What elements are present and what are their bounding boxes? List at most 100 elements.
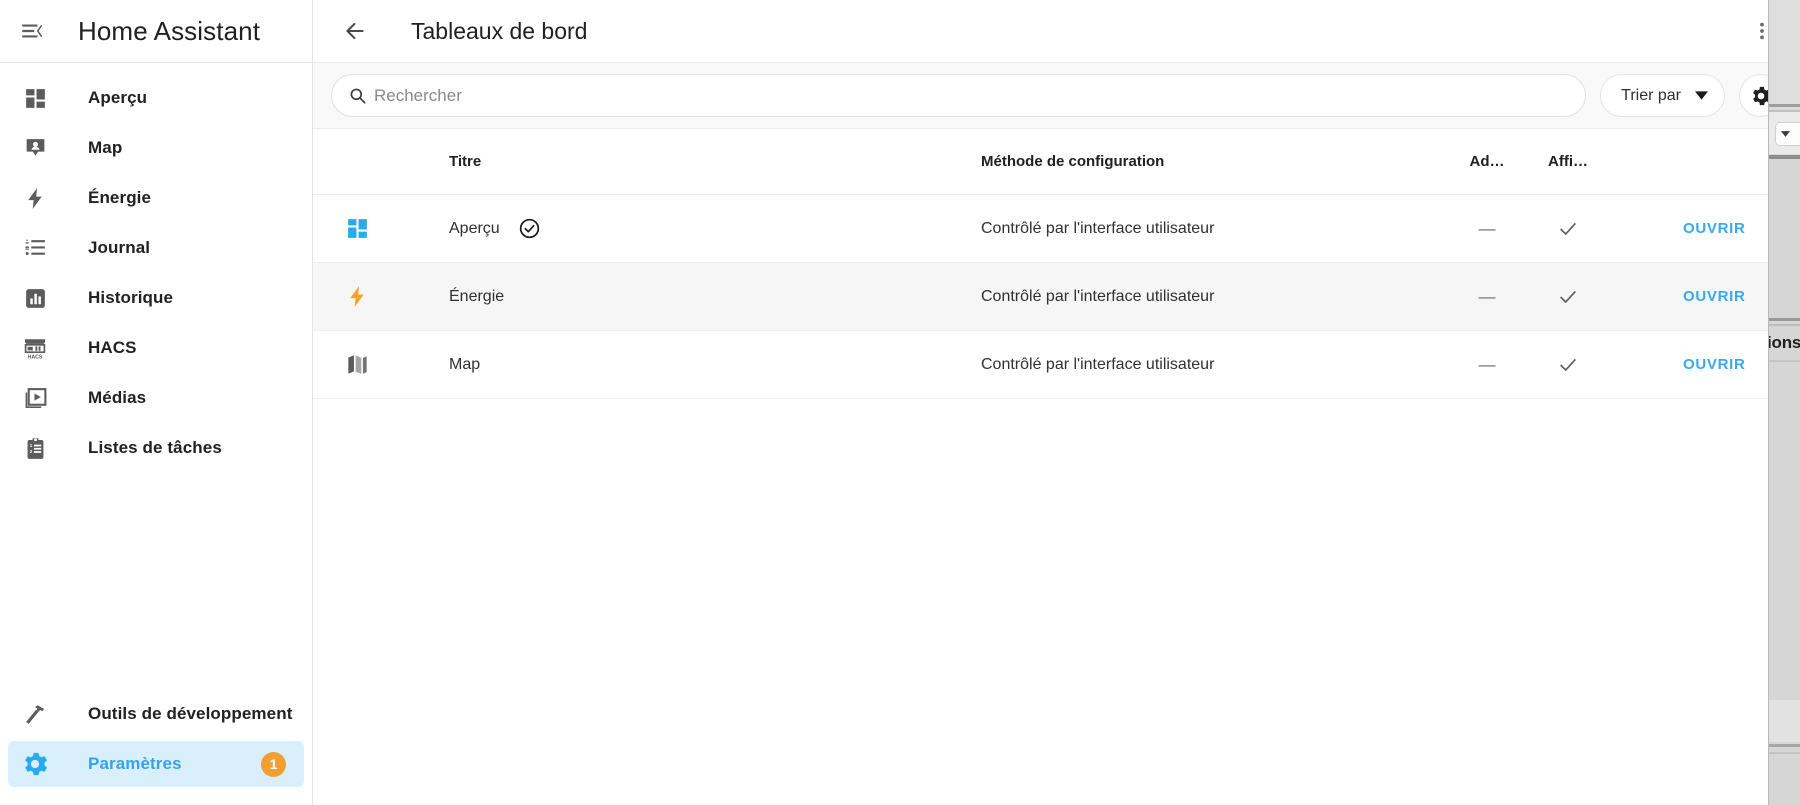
search-input[interactable] <box>374 85 1570 106</box>
open-button[interactable]: OUVRIR <box>1683 220 1746 237</box>
map-outline-icon <box>345 352 370 377</box>
sidebar-item-label: Médias <box>88 388 147 407</box>
row-title-cell: Énergie <box>401 288 981 306</box>
check-circle-outline-icon <box>518 217 541 240</box>
sidebar-item-label: Map <box>88 138 123 157</box>
sidebar-item-label: Listes de tâches <box>88 438 222 457</box>
column-header-show[interactable]: Affi… <box>1523 153 1613 170</box>
dashboards-table: Titre Méthode de configuration Ad… Affi…… <box>313 129 1800 805</box>
sidebar-item-parametres[interactable]: Paramètres 1 <box>8 741 304 787</box>
column-header-method[interactable]: Méthode de configuration <box>981 153 1451 170</box>
clipboard-list-icon: 1 2 <box>18 431 52 465</box>
table-header-row: Titre Méthode de configuration Ad… Affi… <box>313 129 1800 195</box>
hammer-wrench-icon <box>18 697 52 731</box>
lightning-bolt-icon <box>345 284 370 309</box>
sidebar-nav-list: Aperçu Map Énergie Journal Historique HA… <box>0 63 312 475</box>
map-marker-icon <box>18 131 52 165</box>
search-controls-row: Trier par <box>313 63 1800 129</box>
media-play-icon <box>18 381 52 415</box>
sidebar-item-map[interactable]: Map <box>8 125 304 171</box>
column-header-admin[interactable]: Ad… <box>1451 153 1523 170</box>
row-admin-cell: — <box>1451 355 1523 375</box>
page-title: Tableaux de bord <box>411 17 588 44</box>
main-panel: Tableaux de bord Trier par <box>313 0 1800 805</box>
row-method: Contrôlé par l'interface utilisateur <box>981 219 1215 237</box>
view-dashboard-icon <box>18 81 52 115</box>
search-field[interactable] <box>331 74 1587 117</box>
row-method: Contrôlé par l'interface utilisateur <box>981 355 1215 373</box>
background-window-divider <box>1769 360 1800 362</box>
sidebar-item-listes-de-taches[interactable]: 1 2 Listes de tâches <box>8 425 304 471</box>
background-window-divider <box>1769 324 1800 326</box>
background-window-footer <box>1769 700 1800 742</box>
row-admin-value: — <box>1478 354 1496 374</box>
check-icon <box>1557 218 1579 240</box>
background-window-chrome <box>1769 0 1800 104</box>
chevron-down-icon <box>1695 91 1708 100</box>
open-button[interactable]: OUVRIR <box>1683 288 1746 305</box>
check-icon <box>1557 354 1579 376</box>
sidebar-item-apercu[interactable]: Aperçu <box>8 75 304 121</box>
sidebar-item-medias[interactable]: Médias <box>8 375 304 421</box>
row-method: Contrôlé par l'interface utilisateur <box>981 287 1215 305</box>
background-window-strip[interactable]: ions <box>1768 0 1800 805</box>
hacs-store-icon: HACS <box>18 331 52 365</box>
sort-by-label: Trier par <box>1621 86 1681 104</box>
row-admin-value: — <box>1478 286 1496 306</box>
open-button[interactable]: OUVRIR <box>1683 356 1746 373</box>
background-window-divider <box>1769 744 1800 747</box>
row-icon-cell <box>313 352 401 377</box>
row-title: Map <box>449 355 481 373</box>
background-window-dropdown[interactable] <box>1775 122 1800 146</box>
sidebar-item-label: HACS <box>88 338 137 357</box>
row-title-cell: Map <box>401 356 981 374</box>
sidebar-item-outils-de-developpement[interactable]: Outils de développement <box>8 691 304 737</box>
page-toolbar: Tableaux de bord <box>313 0 1800 63</box>
row-show-cell <box>1523 354 1613 376</box>
menu-collapse-icon[interactable] <box>6 5 58 57</box>
table-row[interactable]: Énergie Contrôlé par l'interface utilisa… <box>313 263 1800 331</box>
home-assistant-app: Home Assistant Aperçu Map Énergie Journa… <box>0 0 1800 805</box>
row-show-cell <box>1523 286 1613 308</box>
row-admin-cell: — <box>1451 219 1523 239</box>
sidebar-bottom-list: Outils de développement Paramètres 1 <box>0 687 312 805</box>
cog-icon <box>18 747 52 781</box>
background-window-divider <box>1769 104 1800 107</box>
sidebar-item-label: Aperçu <box>88 88 148 107</box>
svg-text:2: 2 <box>29 449 32 455</box>
sidebar-item-energie[interactable]: Énergie <box>8 175 304 221</box>
table-row[interactable]: Map Contrôlé par l'interface utilisateur… <box>313 331 1800 399</box>
table-row[interactable]: Aperçu Contrôlé par l'interface utilisat… <box>313 195 1800 263</box>
svg-text:1: 1 <box>29 442 32 448</box>
background-window-divider <box>1769 318 1800 321</box>
search-icon <box>348 86 367 105</box>
row-admin-cell: — <box>1451 287 1523 307</box>
row-show-cell <box>1523 218 1613 240</box>
chart-box-icon <box>18 281 52 315</box>
sidebar-notification-badge: 1 <box>261 751 286 777</box>
column-header-title[interactable]: Titre <box>401 153 981 170</box>
check-icon <box>1557 286 1579 308</box>
row-title-cell: Aperçu <box>401 217 981 240</box>
sort-by-button[interactable]: Trier par <box>1600 74 1725 117</box>
view-dashboard-icon <box>345 216 370 241</box>
sidebar-item-label: Paramètres <box>88 754 182 773</box>
sidebar-item-label: Énergie <box>88 188 152 207</box>
sidebar-item-label: Historique <box>88 288 174 307</box>
background-window-divider <box>1769 752 1800 754</box>
sidebar: Home Assistant Aperçu Map Énergie Journa… <box>0 0 313 805</box>
row-admin-value: — <box>1478 218 1496 238</box>
background-window-text: ions <box>1768 333 1800 352</box>
sidebar-item-hacs[interactable]: HACS HACS <box>8 325 304 371</box>
sidebar-header: Home Assistant <box>0 0 312 63</box>
format-list-icon <box>18 231 52 265</box>
arrow-left-icon[interactable] <box>331 7 379 55</box>
row-icon-cell <box>313 216 401 241</box>
svg-text:HACS: HACS <box>28 354 43 360</box>
chevron-down-icon <box>1781 131 1790 137</box>
row-icon-cell <box>313 284 401 309</box>
row-title: Aperçu <box>449 219 500 237</box>
sidebar-item-historique[interactable]: Historique <box>8 275 304 321</box>
sidebar-item-journal[interactable]: Journal <box>8 225 304 271</box>
